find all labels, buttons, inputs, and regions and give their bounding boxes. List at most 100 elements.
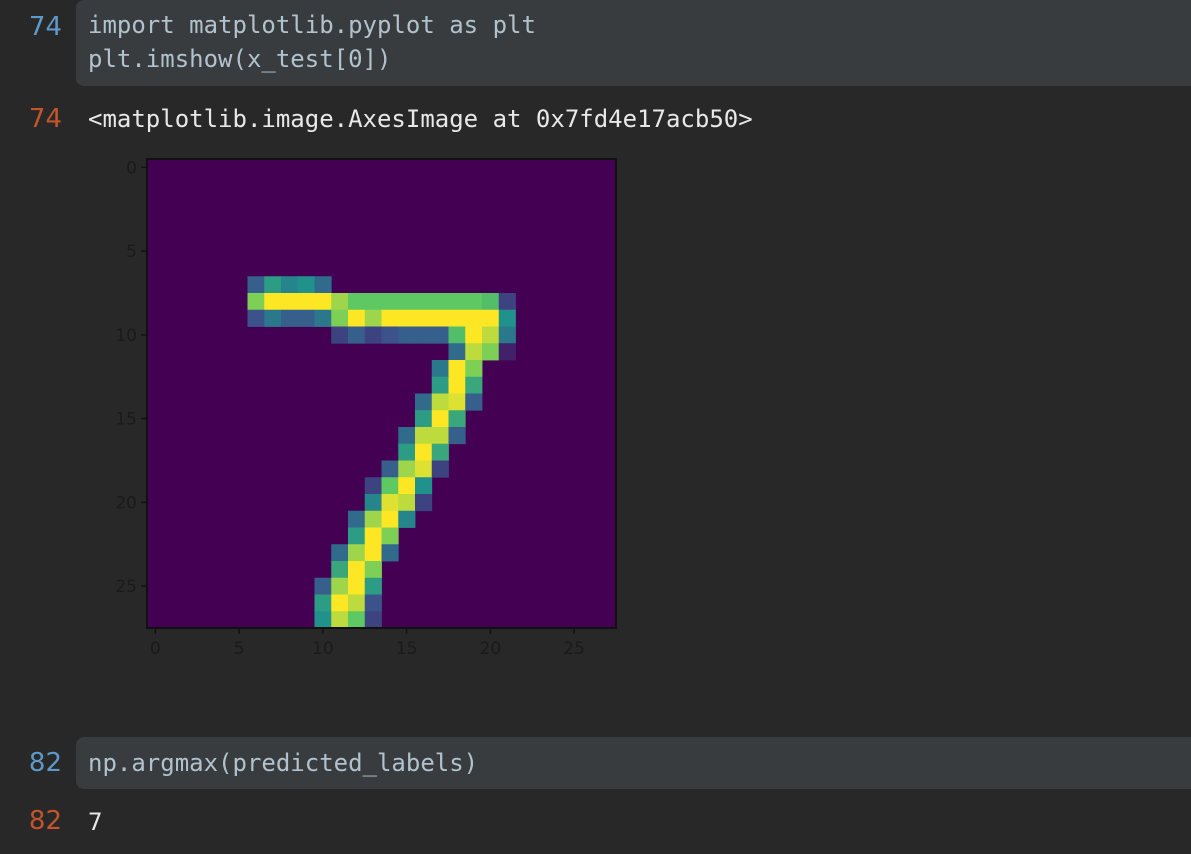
image-pixel xyxy=(364,611,382,629)
image-pixel xyxy=(448,360,466,378)
image-pixel xyxy=(465,293,483,311)
image-pixel xyxy=(482,293,500,311)
image-pixel xyxy=(331,544,349,562)
y-tick-label: 20 xyxy=(115,493,137,513)
image-pixel xyxy=(431,376,449,394)
image-pixel xyxy=(364,309,382,327)
image-pixel xyxy=(364,293,382,311)
image-pixel xyxy=(348,309,366,327)
image-pixel xyxy=(381,494,399,512)
image-pixel xyxy=(465,309,483,327)
image-pixel xyxy=(348,594,366,612)
image-pixel xyxy=(465,343,483,361)
image-pixel xyxy=(364,577,382,595)
image-pixel xyxy=(398,494,416,512)
image-pixel xyxy=(381,460,399,478)
image-pixel xyxy=(415,393,433,411)
image-pixel xyxy=(415,477,433,495)
image-pixel xyxy=(448,393,466,411)
image-pixel xyxy=(398,477,416,495)
image-pixel xyxy=(331,611,349,629)
notebook: 74 import matplotlib.pyplot as plt plt.i… xyxy=(0,0,1191,854)
y-tick-label: 15 xyxy=(115,410,137,430)
image-pixel xyxy=(264,293,282,311)
x-tick-label: 5 xyxy=(234,639,245,659)
image-pixel xyxy=(448,309,466,327)
image-pixel xyxy=(281,276,299,294)
image-pixel xyxy=(415,443,433,461)
image-pixel xyxy=(314,577,332,595)
image-pixel xyxy=(348,544,366,562)
image-pixel xyxy=(465,376,483,394)
image-pixel xyxy=(381,527,399,545)
input-prompt-number: 82 xyxy=(28,748,62,778)
image-pixel xyxy=(465,360,483,378)
image-pixel xyxy=(381,293,399,311)
image-pixel xyxy=(314,594,332,612)
image-pixel xyxy=(498,293,516,311)
image-pixel xyxy=(331,293,349,311)
image-pixel xyxy=(348,611,366,629)
code-line: plt.imshow(x_test[0]) xyxy=(88,45,392,73)
image-pixel xyxy=(398,510,416,528)
image-pixel xyxy=(482,343,500,361)
y-tick-label: 0 xyxy=(126,158,137,178)
image-pixel xyxy=(331,309,349,327)
image-pixel xyxy=(415,309,433,327)
image-pixel xyxy=(465,393,483,411)
image-pixel xyxy=(431,360,449,378)
image-pixel xyxy=(314,309,332,327)
image-pixel xyxy=(482,309,500,327)
image-pixel xyxy=(331,561,349,579)
image-pixel xyxy=(381,326,399,344)
image-pixel xyxy=(431,393,449,411)
code-line: np.argmax(predicted_labels) xyxy=(88,749,479,777)
image-pixel xyxy=(498,309,516,327)
image-pixel xyxy=(415,410,433,428)
image-pixel xyxy=(364,477,382,495)
image-pixel xyxy=(398,309,416,327)
image-pixel xyxy=(314,611,332,629)
image-pixel xyxy=(364,594,382,612)
output-text: 7 xyxy=(88,808,103,836)
image-pixel xyxy=(431,427,449,445)
image-pixel xyxy=(247,276,265,294)
y-tick-label: 10 xyxy=(115,326,137,346)
code-cell-input[interactable]: import matplotlib.pyplot as plt plt.imsh… xyxy=(76,0,1191,86)
image-pixel xyxy=(364,510,382,528)
image-pixel xyxy=(348,326,366,344)
image-pixel xyxy=(331,577,349,595)
image-pixel xyxy=(264,309,282,327)
image-pixel xyxy=(381,544,399,562)
x-tick-label: 25 xyxy=(563,639,585,659)
image-pixel xyxy=(415,427,433,445)
image-pixel xyxy=(331,594,349,612)
imshow-plot: 0 5 10 15 20 25 0 5 10 15 20 25 xyxy=(115,158,617,659)
code-cell-input[interactable]: np.argmax(predicted_labels) xyxy=(76,737,1191,789)
image-pixel xyxy=(398,443,416,461)
image-pixel xyxy=(348,527,366,545)
image-pixel xyxy=(247,309,265,327)
input-prompt-number: 74 xyxy=(28,12,62,42)
image-pixel xyxy=(448,427,466,445)
image-pixel xyxy=(398,326,416,344)
image-pixel xyxy=(297,293,315,311)
image-pixel xyxy=(431,410,449,428)
image-pixel xyxy=(498,326,516,344)
image-pixel xyxy=(415,494,433,512)
image-pixel xyxy=(431,460,449,478)
image-pixel xyxy=(348,510,366,528)
x-tick-label: 0 xyxy=(150,639,161,659)
image-pixel xyxy=(264,276,282,294)
image-pixel xyxy=(364,561,382,579)
y-tick-label: 25 xyxy=(115,577,137,597)
image-pixel xyxy=(431,326,449,344)
image-pixel xyxy=(448,293,466,311)
image-pixel xyxy=(415,460,433,478)
image-pixel xyxy=(448,326,466,344)
image-pixel xyxy=(448,376,466,394)
image-pixel xyxy=(381,309,399,327)
output-text: <matplotlib.image.AxesImage at 0x7fd4e17… xyxy=(88,105,753,133)
image-pixel xyxy=(398,460,416,478)
image-pixel xyxy=(415,326,433,344)
